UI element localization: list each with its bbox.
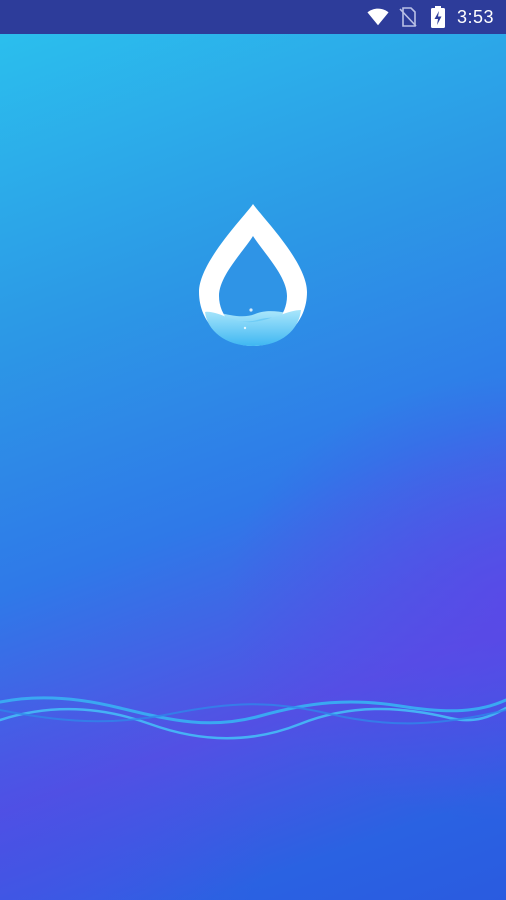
water-drop-icon <box>195 200 311 348</box>
wifi-icon <box>367 6 389 28</box>
no-sim-icon <box>397 6 419 28</box>
status-time: 3:53 <box>456 6 494 27</box>
battery-charging-icon <box>427 6 449 28</box>
status-bar: 3:53 <box>0 0 506 34</box>
splash-screen: 3:53 <box>0 0 506 900</box>
wave-lines <box>0 680 506 770</box>
